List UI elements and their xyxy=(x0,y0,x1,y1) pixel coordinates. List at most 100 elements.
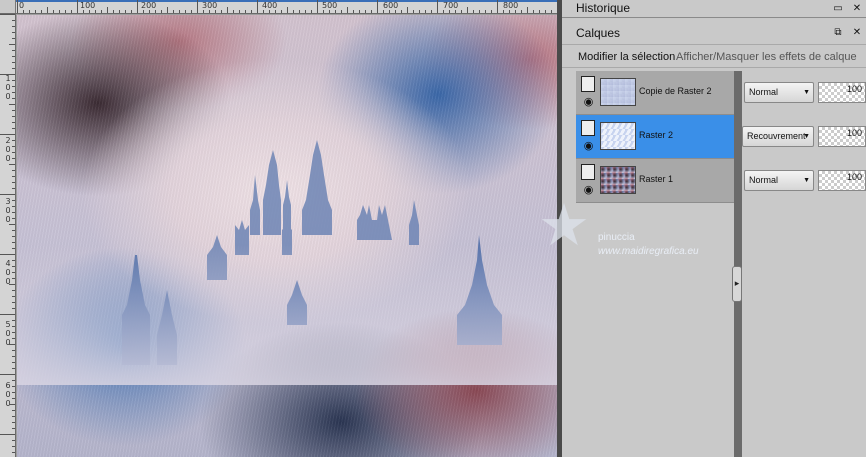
ruler-tick xyxy=(12,92,15,93)
eye-icon[interactable]: ◉ xyxy=(580,96,597,108)
close-icon[interactable]: ✕ xyxy=(851,3,863,14)
ruler-tick xyxy=(12,422,15,423)
horizontal-ruler: 0 100 200 300 400 500 600 700 800 xyxy=(0,0,562,14)
ruler-tick xyxy=(23,10,24,13)
ruler-tick xyxy=(0,194,15,195)
ruler-tick xyxy=(29,10,30,13)
minimize-icon[interactable]: ▭ xyxy=(832,3,844,14)
blend-mode-select[interactable]: Normal ▼ xyxy=(744,82,814,103)
ruler-tick xyxy=(0,74,15,75)
ruler-tick xyxy=(12,332,15,333)
ruler-tick xyxy=(527,7,528,13)
ruler-tick xyxy=(401,10,402,13)
ruler-tick xyxy=(65,10,66,13)
ruler-tick xyxy=(12,188,15,189)
layer-controls: ◉ xyxy=(579,118,599,156)
ruler-tick xyxy=(359,10,360,13)
ruler-tick xyxy=(503,10,504,13)
ruler-tick xyxy=(12,440,15,441)
ruler-tick xyxy=(12,278,15,279)
ruler-y-label: 3 0 0 xyxy=(5,197,11,224)
toggle-layer-effects-link[interactable]: Afficher/Masquer les effets de calque xyxy=(676,51,857,63)
ruler-tick xyxy=(251,10,252,13)
ruler-x-label: 100 xyxy=(80,1,96,10)
ruler-tick xyxy=(12,20,15,21)
ruler-tick xyxy=(383,10,384,13)
ruler-tick xyxy=(101,10,102,13)
ruler-tick xyxy=(155,10,156,13)
ruler-tick xyxy=(12,38,15,39)
watermark: ★ pinuccia www.maidiregrafica.eu xyxy=(538,196,738,266)
modify-selection-link[interactable]: Modifier la sélection xyxy=(578,51,675,63)
ruler-tick xyxy=(12,368,15,369)
ruler-tick xyxy=(12,80,15,81)
ruler-tick xyxy=(12,272,15,273)
opacity-field[interactable]: 100 xyxy=(818,170,866,191)
ruler-tick xyxy=(377,0,378,13)
ruler-tick xyxy=(293,10,294,13)
opacity-field[interactable]: 100 xyxy=(818,126,866,147)
ruler-tick xyxy=(12,218,15,219)
ruler-tick xyxy=(491,10,492,13)
layer-thumbnail xyxy=(600,166,636,194)
ruler-tick xyxy=(311,10,312,13)
canvas-image[interactable] xyxy=(17,15,557,457)
ruler-tick xyxy=(239,10,240,13)
ruler-tick xyxy=(143,10,144,13)
ruler-tick xyxy=(77,0,78,13)
ruler-tick xyxy=(35,10,36,13)
ruler-tick xyxy=(209,10,210,13)
ruler-tick xyxy=(437,0,438,13)
layer-properties-row: Normal ▼ 100 xyxy=(742,159,866,203)
close-icon[interactable]: ✕ xyxy=(851,27,863,38)
ruler-tick xyxy=(41,10,42,13)
ruler-tick xyxy=(12,86,15,87)
ruler-tick xyxy=(149,10,150,13)
ruler-tick xyxy=(443,10,444,13)
ruler-tick xyxy=(12,428,15,429)
ruler-corner xyxy=(0,0,16,13)
ruler-tick xyxy=(12,416,15,417)
watermark-url: www.maidiregrafica.eu xyxy=(598,246,699,257)
eye-icon[interactable]: ◉ xyxy=(580,140,597,152)
watermark-name: pinuccia xyxy=(598,232,635,243)
ruler-tick xyxy=(12,206,15,207)
ruler-tick xyxy=(197,0,198,13)
ruler-tick xyxy=(12,308,15,309)
ruler-tick xyxy=(12,212,15,213)
layer-row-copie-de-raster-2[interactable]: ◉ Copie de Raster 2 xyxy=(576,71,734,115)
ruler-tick xyxy=(12,236,15,237)
ruler-tick xyxy=(9,404,15,405)
document-icon xyxy=(581,76,595,92)
ruler-tick xyxy=(407,7,408,13)
blend-mode-select[interactable]: Normal ▼ xyxy=(744,170,814,191)
ruler-indicator xyxy=(16,0,562,2)
ruler-tick xyxy=(12,158,15,159)
ruler-tick xyxy=(12,32,15,33)
layer-name: Raster 2 xyxy=(639,130,674,140)
ruler-tick xyxy=(449,10,450,13)
ruler-tick xyxy=(353,10,354,13)
pin-icon[interactable]: ⧉ xyxy=(832,27,844,38)
layer-row-raster-2[interactable]: ◉ Raster 2 xyxy=(576,115,734,159)
ruler-tick xyxy=(395,10,396,13)
ruler-x-label: 800 xyxy=(503,1,519,10)
ruler-tick xyxy=(335,10,336,13)
ruler-tick xyxy=(521,10,522,13)
ruler-tick xyxy=(12,116,15,117)
blend-mode-select[interactable]: Recouvrement ▼ xyxy=(742,126,814,147)
ruler-tick xyxy=(329,10,330,13)
ruler-tick xyxy=(167,7,168,13)
ruler-x-label: 200 xyxy=(141,1,157,10)
layer-controls: ◉ xyxy=(579,74,599,112)
ruler-tick xyxy=(0,374,15,375)
ruler-tick xyxy=(0,314,15,315)
panel-title: Calques xyxy=(576,26,621,40)
ruler-tick xyxy=(455,10,456,13)
ruler-tick xyxy=(89,10,90,13)
opacity-field[interactable]: 100 xyxy=(818,82,866,103)
ruler-tick xyxy=(161,10,162,13)
ruler-tick xyxy=(9,344,15,345)
blend-mode-value: Recouvrement xyxy=(747,131,806,141)
chevron-right-icon[interactable]: ▸ xyxy=(732,266,742,302)
